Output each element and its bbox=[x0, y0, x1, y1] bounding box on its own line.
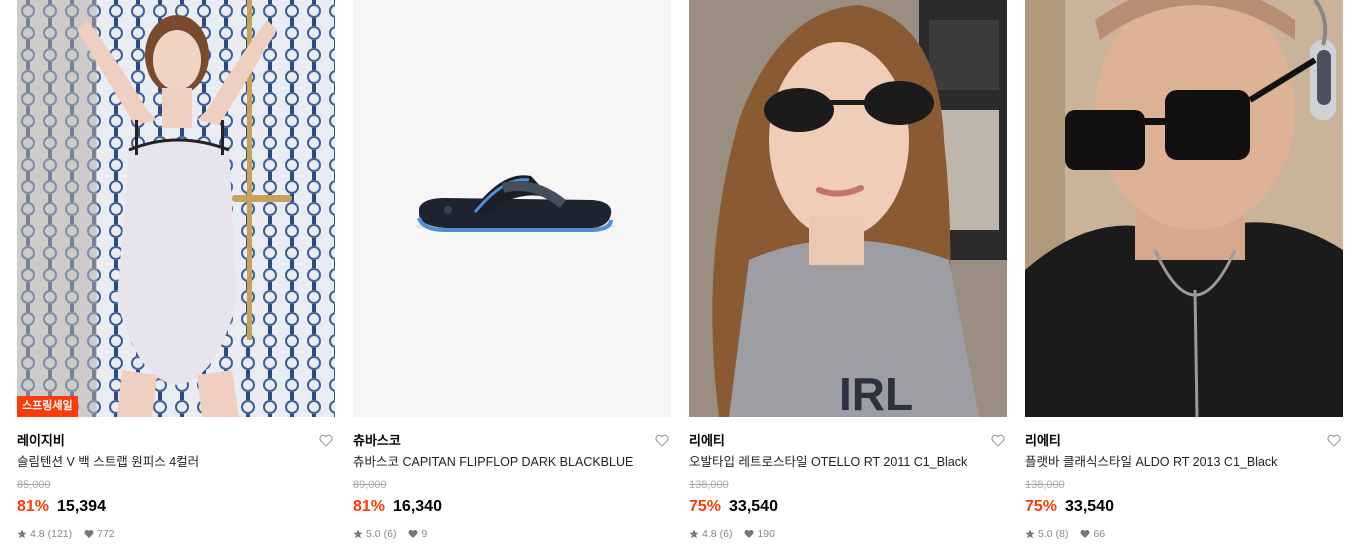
product-stats: 5.0 (6) 9 bbox=[353, 528, 671, 540]
product-title[interactable]: 슬림텐션 V 백 스트랩 원피스 4컬러 bbox=[17, 455, 335, 470]
like-count: 9 bbox=[421, 528, 428, 540]
star-icon bbox=[353, 529, 363, 539]
sale-price: 16,340 bbox=[393, 498, 442, 515]
rating-value: 5.0 bbox=[366, 528, 381, 540]
heart-outline-icon[interactable] bbox=[319, 434, 333, 447]
review-count: (121) bbox=[47, 528, 73, 540]
discount-rate: 81% bbox=[17, 498, 50, 515]
heart-outline-icon[interactable] bbox=[655, 434, 669, 447]
product-info: 레이지비 슬림텐션 V 백 스트랩 원피스 4컬러 85,000 81% 15,… bbox=[17, 417, 335, 540]
product-card[interactable]: IRL 리에티 오발타입 레트로스타일 OTELLO RT 2011 C1_Bl… bbox=[689, 0, 1007, 554]
brand-name[interactable]: 리에티 bbox=[689, 433, 1007, 449]
product-card[interactable]: 리에티 플랫바 클래식스타일 ALDO RT 2013 C1_Black 138… bbox=[1025, 0, 1343, 554]
review-count: (6) bbox=[383, 528, 397, 540]
heart-outline-icon[interactable] bbox=[991, 434, 1005, 447]
product-card[interactable]: 스프링세일 레이지비 슬림텐션 V 백 스트랩 원피스 4컬러 85,000 8… bbox=[17, 0, 335, 554]
heart-filled-icon bbox=[744, 530, 754, 538]
original-price: 138,000 bbox=[689, 479, 729, 491]
product-stats: 4.8 (121) 772 bbox=[17, 528, 335, 540]
sale-price: 33,540 bbox=[729, 498, 778, 515]
review-count: (8) bbox=[1055, 528, 1069, 540]
like-count: 190 bbox=[757, 528, 775, 540]
brand-name[interactable]: 츄바스코 bbox=[353, 433, 671, 449]
like-count: 772 bbox=[97, 528, 115, 540]
product-stats: 4.8 (6) 190 bbox=[689, 528, 1007, 540]
product-title[interactable]: 플랫바 클래식스타일 ALDO RT 2013 C1_Black bbox=[1025, 455, 1343, 470]
product-image[interactable]: IRL bbox=[689, 0, 1007, 417]
original-price: 89,000 bbox=[353, 479, 387, 491]
product-title[interactable]: 오발타입 레트로스타일 OTELLO RT 2011 C1_Black bbox=[689, 455, 1007, 470]
rating-value: 5.0 bbox=[1038, 528, 1053, 540]
original-price: 85,000 bbox=[17, 479, 51, 491]
product-image[interactable] bbox=[1025, 0, 1343, 417]
product-stats: 5.0 (8) 66 bbox=[1025, 528, 1343, 540]
discount-rate: 81% bbox=[353, 498, 386, 515]
star-icon bbox=[689, 529, 699, 539]
heart-filled-icon bbox=[408, 530, 418, 538]
brand-name[interactable]: 리에티 bbox=[1025, 433, 1343, 449]
sale-price: 15,394 bbox=[57, 498, 106, 515]
brand-name[interactable]: 레이지비 bbox=[17, 433, 335, 449]
star-icon bbox=[1025, 529, 1035, 539]
sale-price: 33,540 bbox=[1065, 498, 1114, 515]
rating-value: 4.8 bbox=[702, 528, 717, 540]
product-info: 리에티 플랫바 클래식스타일 ALDO RT 2013 C1_Black 138… bbox=[1025, 417, 1343, 540]
heart-filled-icon bbox=[84, 530, 94, 538]
product-title[interactable]: 츄바스코 CAPITAN FLIPFLOP DARK BLACKBLUE bbox=[353, 455, 671, 470]
like-count: 66 bbox=[1093, 528, 1106, 540]
sale-badge: 스프링세일 bbox=[17, 396, 78, 417]
product-image[interactable] bbox=[353, 0, 671, 417]
product-grid: 스프링세일 레이지비 슬림텐션 V 백 스트랩 원피스 4컬러 85,000 8… bbox=[17, 0, 1343, 554]
svg-text:IRL: IRL bbox=[839, 368, 913, 417]
original-price: 138,000 bbox=[1025, 479, 1065, 491]
review-count: (6) bbox=[719, 528, 733, 540]
discount-rate: 75% bbox=[1025, 498, 1058, 515]
discount-rate: 75% bbox=[689, 498, 722, 515]
star-icon bbox=[17, 529, 27, 539]
product-image[interactable]: 스프링세일 bbox=[17, 0, 335, 417]
product-card[interactable]: 츄바스코 츄바스코 CAPITAN FLIPFLOP DARK BLACKBLU… bbox=[353, 0, 671, 554]
rating-value: 4.8 bbox=[30, 528, 45, 540]
product-info: 리에티 오발타입 레트로스타일 OTELLO RT 2011 C1_Black … bbox=[689, 417, 1007, 540]
heart-filled-icon bbox=[1080, 530, 1090, 538]
product-info: 츄바스코 츄바스코 CAPITAN FLIPFLOP DARK BLACKBLU… bbox=[353, 417, 671, 540]
heart-outline-icon[interactable] bbox=[1327, 434, 1341, 447]
